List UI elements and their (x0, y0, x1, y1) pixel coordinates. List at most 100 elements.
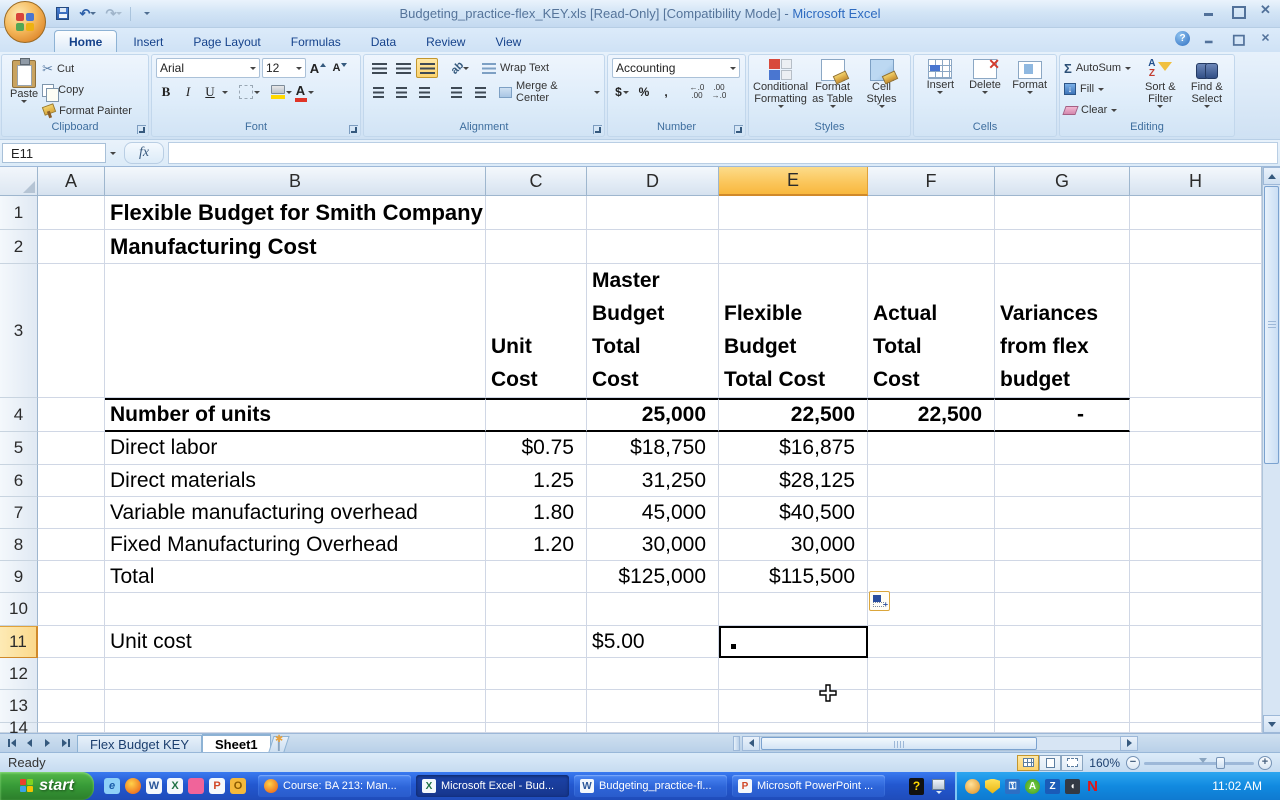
messenger-tray-icon[interactable] (965, 779, 980, 794)
cell-H5[interactable] (1130, 432, 1262, 465)
cell-G1[interactable] (995, 196, 1130, 230)
cell-D9[interactable]: $125,000 (587, 561, 719, 593)
page-layout-view-button[interactable] (1039, 755, 1061, 771)
redo-button[interactable] (104, 5, 124, 23)
cell-E7[interactable]: $40,500 (719, 497, 868, 529)
middle-align-button[interactable] (392, 58, 414, 78)
paste-options-smart-tag[interactable]: + (869, 591, 890, 611)
decrease-indent-button[interactable] (446, 82, 467, 102)
antivirus-icon[interactable]: A (1025, 779, 1040, 794)
excel-icon[interactable]: X (167, 778, 183, 794)
first-sheet-button[interactable] (4, 736, 19, 751)
cell-H14[interactable] (1130, 723, 1262, 733)
cell-B5[interactable]: Direct labor (105, 432, 486, 465)
cell-A5[interactable] (38, 432, 105, 465)
cell-B3[interactable] (105, 264, 486, 398)
cell-A8[interactable] (38, 529, 105, 561)
cell-C4[interactable] (486, 398, 587, 432)
row-header-2[interactable]: 2 (0, 230, 38, 264)
cell-D11[interactable]: $5.00 (587, 626, 719, 658)
taskbar-task-1[interactable]: Course: BA 213: Man... (258, 775, 411, 797)
font-name-combo[interactable]: Arial (156, 58, 260, 78)
increase-decimal-button[interactable]: ←.0.00 (687, 82, 707, 102)
restore-button[interactable] (1230, 4, 1246, 18)
row-header-5[interactable]: 5 (0, 432, 38, 465)
cell-A13[interactable] (38, 690, 105, 723)
cell-H6[interactable] (1130, 465, 1262, 497)
cell-D6[interactable]: 31,250 (587, 465, 719, 497)
cell-G2[interactable] (995, 230, 1130, 264)
cell-styles-button[interactable]: Cell Styles (857, 58, 906, 120)
cell-A1[interactable] (38, 196, 105, 230)
autosum-button[interactable]: ΣAutoSum (1064, 59, 1131, 77)
cell-C10[interactable] (486, 593, 587, 626)
name-box-dropdown[interactable] (106, 152, 120, 155)
cell-C5[interactable]: $0.75 (486, 432, 587, 465)
grow-font-button[interactable]: A (308, 58, 328, 78)
column-header-E[interactable]: E (719, 167, 868, 196)
cell-G12[interactable] (995, 658, 1130, 690)
delete-cells-button[interactable]: Delete (963, 58, 1008, 120)
cell-E9[interactable]: $115,500 (719, 561, 868, 593)
cell-A4[interactable] (38, 398, 105, 432)
cell-G6[interactable] (995, 465, 1130, 497)
row-header-7[interactable]: 7 (0, 497, 38, 529)
cell-A9[interactable] (38, 561, 105, 593)
scroll-right-button[interactable] (1120, 736, 1138, 751)
fill-button[interactable]: ↓Fill (1064, 80, 1131, 98)
align-center-button[interactable] (391, 82, 412, 102)
cell-D10[interactable] (587, 593, 719, 626)
column-header-H[interactable]: H (1130, 167, 1262, 196)
vertical-scrollbar[interactable] (1262, 167, 1280, 733)
cell-H11[interactable] (1130, 626, 1262, 658)
number-format-combo[interactable]: Accounting (612, 58, 740, 78)
cell-H2[interactable] (1130, 230, 1262, 264)
paste-button[interactable]: Paste (6, 58, 42, 120)
cell-G9[interactable] (995, 561, 1130, 593)
cell-C14[interactable] (486, 723, 587, 733)
cell-A10[interactable] (38, 593, 105, 626)
zoom-slider-thumb[interactable] (1216, 757, 1225, 769)
last-sheet-button[interactable] (58, 736, 73, 751)
column-header-B[interactable]: B (105, 167, 486, 196)
cell-E2[interactable] (719, 230, 868, 264)
powerpoint-icon[interactable]: P (209, 778, 225, 794)
undo-button[interactable] (78, 5, 98, 23)
taskbar-task-2[interactable]: XMicrosoft Excel - Bud... (416, 775, 569, 797)
cell-B9[interactable]: Total (105, 561, 486, 593)
increase-indent-button[interactable] (469, 82, 490, 102)
cell-E8[interactable]: 30,000 (719, 529, 868, 561)
cell-A11[interactable] (38, 626, 105, 658)
cell-E12[interactable] (719, 658, 868, 690)
cell-B4[interactable]: Number of units (105, 398, 486, 432)
cell-H4[interactable] (1130, 398, 1262, 432)
sort-filter-button[interactable]: AZ Sort & Filter (1137, 58, 1183, 120)
cell-H8[interactable] (1130, 529, 1262, 561)
fill-handle[interactable] (730, 643, 737, 650)
cell-D7[interactable]: 45,000 (587, 497, 719, 529)
cell-F4[interactable]: 22,500 (868, 398, 995, 432)
row-header-6[interactable]: 6 (0, 465, 38, 497)
scroll-left-button[interactable] (742, 736, 760, 751)
close-button[interactable] (1258, 4, 1274, 18)
cell-G13[interactable] (995, 690, 1130, 723)
normal-view-button[interactable] (1017, 755, 1039, 771)
decrease-decimal-button[interactable]: .00→.0 (709, 82, 729, 102)
cell-E5[interactable]: $16,875 (719, 432, 868, 465)
cell-F3[interactable]: Actual Total Cost (868, 264, 995, 398)
cell-A2[interactable] (38, 230, 105, 264)
bold-button[interactable]: B (156, 82, 176, 102)
zoom-in-button[interactable]: + (1258, 756, 1272, 770)
security-shield-icon[interactable] (985, 779, 1000, 794)
cut-button[interactable]: Cut (42, 60, 132, 78)
sheet-tab-flex-budget-key[interactable]: Flex Budget KEY (77, 735, 202, 752)
help-tray-icon[interactable]: ? (909, 778, 924, 795)
merge-center-button[interactable]: Merge & Center (499, 83, 600, 101)
cell-C6[interactable]: 1.25 (486, 465, 587, 497)
cell-D8[interactable]: 30,000 (587, 529, 719, 561)
cell-F14[interactable] (868, 723, 995, 733)
cell-B1[interactable]: Flexible Budget for Smith Company (105, 196, 486, 230)
cell-F2[interactable] (868, 230, 995, 264)
tab-formulas[interactable]: Formulas (277, 31, 355, 52)
cell-G10[interactable] (995, 593, 1130, 626)
